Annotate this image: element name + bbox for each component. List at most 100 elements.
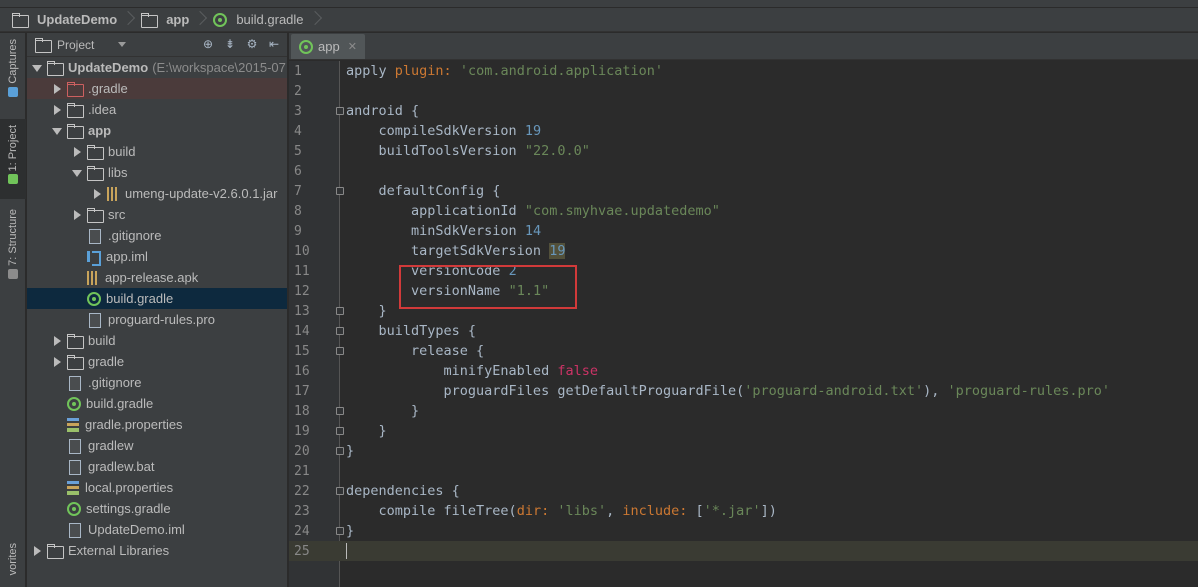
expand-arrow-icon[interactable] (51, 104, 63, 116)
tree-item-gradle[interactable]: gradle (27, 351, 287, 372)
tree-item-libs[interactable]: libs (27, 162, 287, 183)
hide-panel-icon[interactable]: ⇤ (267, 37, 281, 51)
code-line-19[interactable]: 19 } (289, 421, 1198, 441)
code-line-17[interactable]: 17 proguardFiles getDefaultProguardFile(… (289, 381, 1198, 401)
close-icon[interactable]: ✕ (348, 40, 357, 53)
tree-item-external-libraries[interactable]: External Libraries (27, 540, 287, 561)
tree-item-app-gitignore[interactable]: .gitignore (27, 225, 287, 246)
tree-item-label: External Libraries (68, 543, 170, 558)
fold-marker-icon[interactable] (336, 487, 344, 495)
project-tool-tab[interactable]: 1: Project (0, 119, 26, 199)
tree-item-local-properties[interactable]: local.properties (27, 477, 287, 498)
expand-arrow-icon[interactable] (91, 188, 103, 200)
expand-arrow-icon[interactable] (71, 146, 83, 158)
project-tab-label: 1: Project (7, 125, 19, 172)
code-line-24[interactable]: 24 } (289, 521, 1198, 541)
line-number: 6 (294, 163, 302, 179)
expand-arrow-icon[interactable] (51, 335, 63, 347)
tree-item-proguard-rules[interactable]: proguard-rules.pro (27, 309, 287, 330)
expand-arrow-icon[interactable] (31, 62, 43, 74)
tab-app-build-gradle[interactable]: app ✕ (291, 34, 365, 59)
expand-arrow-icon[interactable] (51, 356, 63, 368)
chevron-down-icon[interactable] (118, 42, 127, 47)
code-line-5[interactable]: 5 buildToolsVersion "22.0.0" (289, 141, 1198, 161)
code-line-8[interactable]: 8 applicationId "com.smyhvae.updatedemo" (289, 201, 1198, 221)
fold-marker-icon[interactable] (336, 427, 344, 435)
library-icon (47, 544, 64, 559)
code-line-12[interactable]: 12 versionName "1.1" (289, 281, 1198, 301)
tree-item-gradlew-bat[interactable]: gradlew.bat (27, 456, 287, 477)
tree-item-app-build[interactable]: build (27, 141, 287, 162)
code-line-4[interactable]: 4 compileSdkVersion 19 (289, 121, 1198, 141)
code-line-6[interactable]: 6 (289, 161, 1198, 181)
favorites-tool-tab[interactable]: vorites (0, 543, 26, 575)
breadcrumb-item-updatedemo[interactable]: UpdateDemo (8, 8, 123, 32)
fold-marker-icon[interactable] (336, 407, 344, 415)
fold-marker-icon[interactable] (336, 307, 344, 315)
fold-marker-icon[interactable] (336, 327, 344, 335)
scroll-from-source-icon[interactable]: ⊕ (201, 37, 215, 51)
code-line-25[interactable]: 25 (289, 541, 1198, 561)
tree-item-app-iml[interactable]: app.iml (27, 246, 287, 267)
code-line-23[interactable]: 23 compile fileTree(dir: 'libs', include… (289, 501, 1198, 521)
tree-item-idea[interactable]: .idea (27, 99, 287, 120)
code-line-13[interactable]: 13 } (289, 301, 1198, 321)
gear-icon[interactable]: ⚙ (245, 37, 259, 51)
tree-item-src[interactable]: src (27, 204, 287, 225)
breadcrumb-label: UpdateDemo (37, 12, 118, 27)
tree-item-app-build-gradle[interactable]: build.gradle (27, 288, 287, 309)
code-line-10[interactable]: 10 targetSdkVersion 19 (289, 241, 1198, 261)
collapse-all-icon[interactable]: ⇟ (223, 37, 237, 51)
tree-item-build-gradle[interactable]: build.gradle (27, 393, 287, 414)
breadcrumb-item-build-gradle[interactable]: build.gradle (209, 8, 309, 32)
code-line-3[interactable]: 3 android { (289, 101, 1198, 121)
tree-item-build[interactable]: build (27, 330, 287, 351)
tree-item-app-release-apk[interactable]: app-release.apk (27, 267, 287, 288)
structure-tool-tab[interactable]: 7: Structure (0, 209, 26, 279)
captures-tool-tab[interactable]: Captures (0, 39, 26, 97)
tree-item-umeng-jar[interactable]: umeng-update-v2.6.0.1.jar (27, 183, 287, 204)
code-line-9[interactable]: 9 minSdkVersion 14 (289, 221, 1198, 241)
expand-arrow-icon[interactable] (51, 125, 63, 137)
expand-arrow-icon[interactable] (71, 167, 83, 179)
code-area[interactable]: 1 apply plugin: 'com.android.application… (289, 61, 1198, 587)
fold-marker-icon[interactable] (336, 187, 344, 195)
tree-item-gitignore[interactable]: .gitignore (27, 372, 287, 393)
code-line-11[interactable]: 11 versionCode 2 (289, 261, 1198, 281)
line-number: 14 (294, 323, 310, 339)
line-number: 25 (294, 543, 310, 559)
fold-marker-icon[interactable] (336, 527, 344, 535)
fold-marker-icon[interactable] (336, 107, 344, 115)
code-line-21[interactable]: 21 (289, 461, 1198, 481)
tree-item-gradle-properties[interactable]: gradle.properties (27, 414, 287, 435)
tree-item-updatedemo[interactable]: UpdateDemo (E:\workspace\2015-07 (27, 57, 287, 78)
code-line-15[interactable]: 15 release { (289, 341, 1198, 361)
tab-label: app (318, 39, 340, 54)
line-number: 20 (294, 443, 310, 459)
expand-arrow-icon[interactable] (71, 209, 83, 221)
text-file-icon (67, 439, 83, 454)
code-line-20[interactable]: 20 } (289, 441, 1198, 461)
project-view-selector[interactable]: Project (57, 38, 94, 52)
breadcrumb-item-app[interactable]: app (137, 8, 195, 32)
line-number: 17 (294, 383, 310, 399)
code-line-7[interactable]: 7 defaultConfig { (289, 181, 1198, 201)
code-token: 14 (524, 223, 542, 239)
tree-item-gradlew[interactable]: gradlew (27, 435, 287, 456)
code-line-1[interactable]: 1 apply plugin: 'com.android.application… (289, 61, 1198, 81)
tree-item-settings-gradle[interactable]: settings.gradle (27, 498, 287, 519)
fold-marker-icon[interactable] (336, 347, 344, 355)
gradle-icon (67, 396, 81, 411)
fold-marker-icon[interactable] (336, 447, 344, 455)
tree-item-app[interactable]: app (27, 120, 287, 141)
expand-arrow-icon[interactable] (31, 545, 43, 557)
code-line-22[interactable]: 22 dependencies { (289, 481, 1198, 501)
tree-item-dot-gradle[interactable]: .gradle (27, 78, 287, 99)
expand-arrow-icon[interactable] (51, 83, 63, 95)
code-token: 'libs' (557, 503, 607, 519)
code-line-18[interactable]: 18 } (289, 401, 1198, 421)
tree-item-updatedemo-iml[interactable]: UpdateDemo.iml (27, 519, 287, 540)
code-line-14[interactable]: 14 buildTypes { (289, 321, 1198, 341)
code-line-2[interactable]: 2 (289, 81, 1198, 101)
code-line-16[interactable]: 16 minifyEnabled false (289, 361, 1198, 381)
